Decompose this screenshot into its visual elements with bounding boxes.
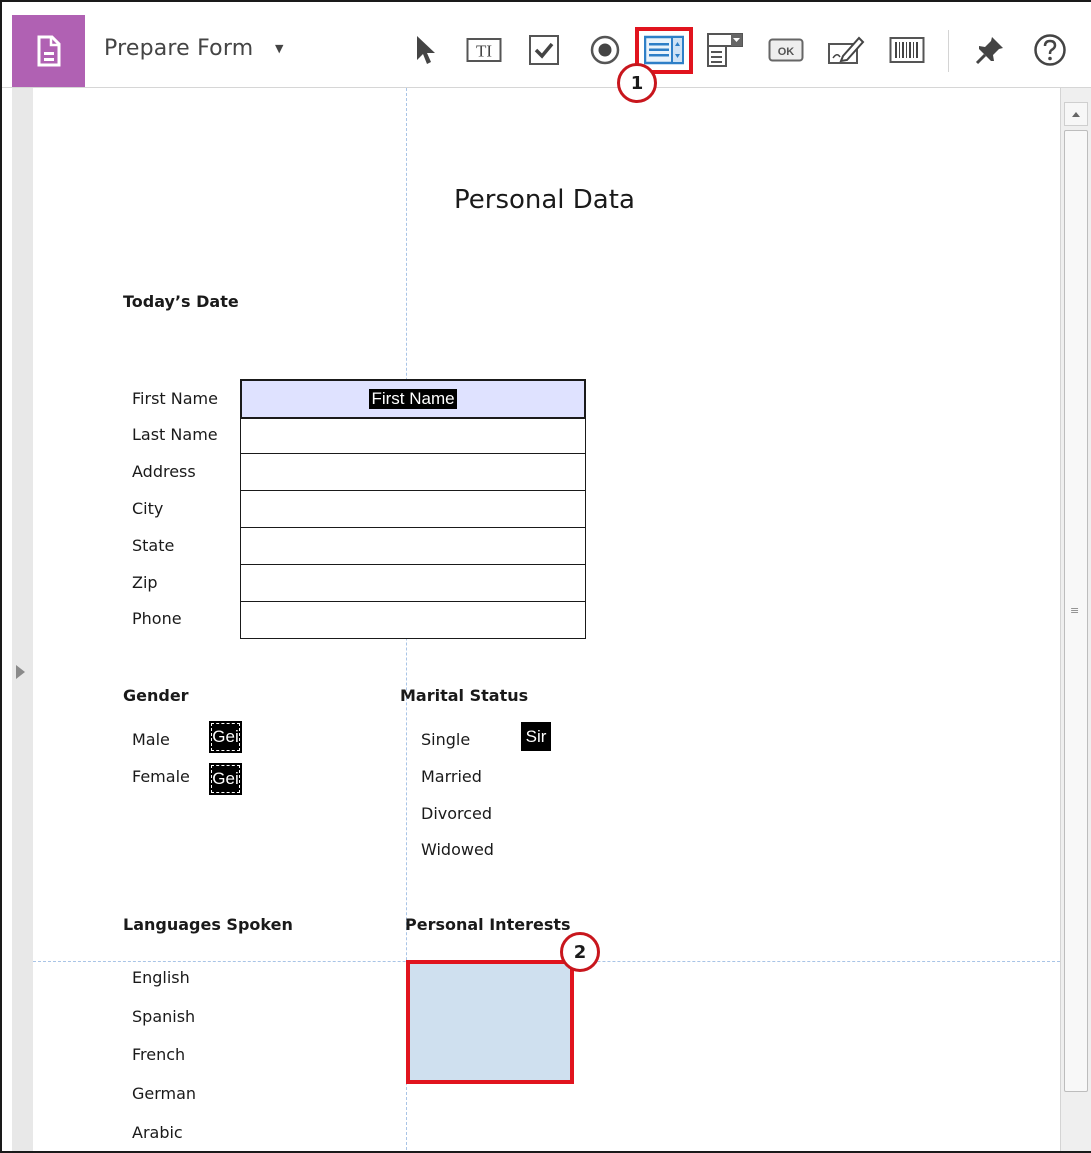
city-label: City: [132, 499, 164, 518]
form-document-icon: [37, 35, 60, 67]
pin-icon: [975, 37, 1003, 65]
dropdown-tool[interactable]: [705, 30, 745, 70]
radio-button-icon: [590, 35, 620, 65]
prepare-form-tool-tile[interactable]: [12, 15, 85, 87]
prepare-form-menu[interactable]: Prepare Form: [104, 36, 253, 61]
acrobat-window: Prepare Form ▼ TI OK 1 ≡ Personal Data T…: [0, 0, 1091, 1153]
zip-cell[interactable]: [240, 564, 586, 602]
english-label: English: [132, 968, 190, 987]
scrollbar-grip-icon: ≡: [1070, 604, 1080, 617]
help-icon: [1034, 34, 1066, 66]
dropdown-icon: [707, 33, 743, 67]
callout-1: 1: [617, 63, 657, 103]
callout-2: 2: [560, 932, 600, 972]
male-label: Male: [132, 730, 170, 749]
spanish-label: Spanish: [132, 1007, 196, 1026]
select-object-tool[interactable]: [405, 30, 445, 70]
text-field-icon-label: TI: [476, 42, 492, 61]
first-name-field-tag: First Name: [369, 389, 457, 409]
gender-male-radio-field[interactable]: Gei: [209, 721, 242, 753]
arabic-label: Arabic: [132, 1123, 183, 1142]
checkbox-icon: [529, 35, 559, 65]
gender-female-radio-field[interactable]: Gei: [209, 763, 242, 795]
button-icon-label: OK: [778, 46, 795, 58]
marital-single-radio-field[interactable]: Sir: [521, 722, 551, 751]
checkbox-tool[interactable]: [524, 30, 564, 70]
text-field-tool[interactable]: TI: [464, 30, 504, 70]
state-label: State: [132, 536, 175, 555]
scroll-up-button[interactable]: [1064, 102, 1088, 126]
personal-interests-list-box-field[interactable]: [406, 960, 574, 1084]
marital-status-heading: Marital Status: [400, 686, 529, 705]
zip-label: Zip: [132, 573, 158, 592]
german-label: German: [132, 1084, 197, 1103]
first-name-label: First Name: [132, 389, 218, 408]
divorced-label: Divorced: [421, 804, 493, 823]
address-cell[interactable]: [240, 453, 586, 491]
toolbar-separator: [948, 30, 949, 72]
french-label: French: [132, 1045, 186, 1064]
city-cell[interactable]: [240, 490, 586, 528]
todays-date-label: Today’s Date: [123, 292, 239, 311]
radio-button-tool[interactable]: [585, 30, 625, 70]
single-label: Single: [421, 730, 471, 749]
barcode-tool[interactable]: [887, 30, 927, 70]
digital-signature-tool[interactable]: [826, 30, 866, 70]
digital-signature-icon: [828, 36, 865, 64]
last-name-label: Last Name: [132, 425, 218, 444]
phone-cell[interactable]: [240, 601, 586, 639]
last-name-cell[interactable]: [240, 417, 586, 454]
female-label: Female: [132, 767, 190, 786]
gender-heading: Gender: [123, 686, 189, 705]
text-field-icon: TI: [466, 38, 502, 62]
state-cell[interactable]: [240, 527, 586, 565]
button-icon: OK: [768, 38, 804, 62]
languages-spoken-heading: Languages Spoken: [123, 915, 293, 934]
prepare-form-toolbar: Prepare Form ▼ TI OK: [2, 2, 1091, 88]
widowed-label: Widowed: [421, 840, 494, 859]
help-button[interactable]: [1030, 30, 1070, 70]
page-title: Personal Data: [454, 185, 635, 215]
married-label: Married: [421, 767, 482, 786]
barcode-icon: [889, 37, 925, 63]
expand-panel-arrow-icon[interactable]: [16, 665, 25, 679]
left-panel-rail: [12, 88, 33, 1151]
address-label: Address: [132, 462, 196, 481]
chevron-down-icon[interactable]: ▼: [275, 42, 283, 55]
personal-interests-heading: Personal Interests: [405, 915, 571, 934]
first-name-field[interactable]: First Name: [240, 379, 586, 419]
pin-toolbar-button[interactable]: [970, 30, 1010, 70]
select-object-icon: [417, 36, 435, 64]
button-tool[interactable]: OK: [766, 30, 806, 70]
chevron-up-icon: [1072, 112, 1080, 117]
phone-label: Phone: [132, 609, 182, 628]
